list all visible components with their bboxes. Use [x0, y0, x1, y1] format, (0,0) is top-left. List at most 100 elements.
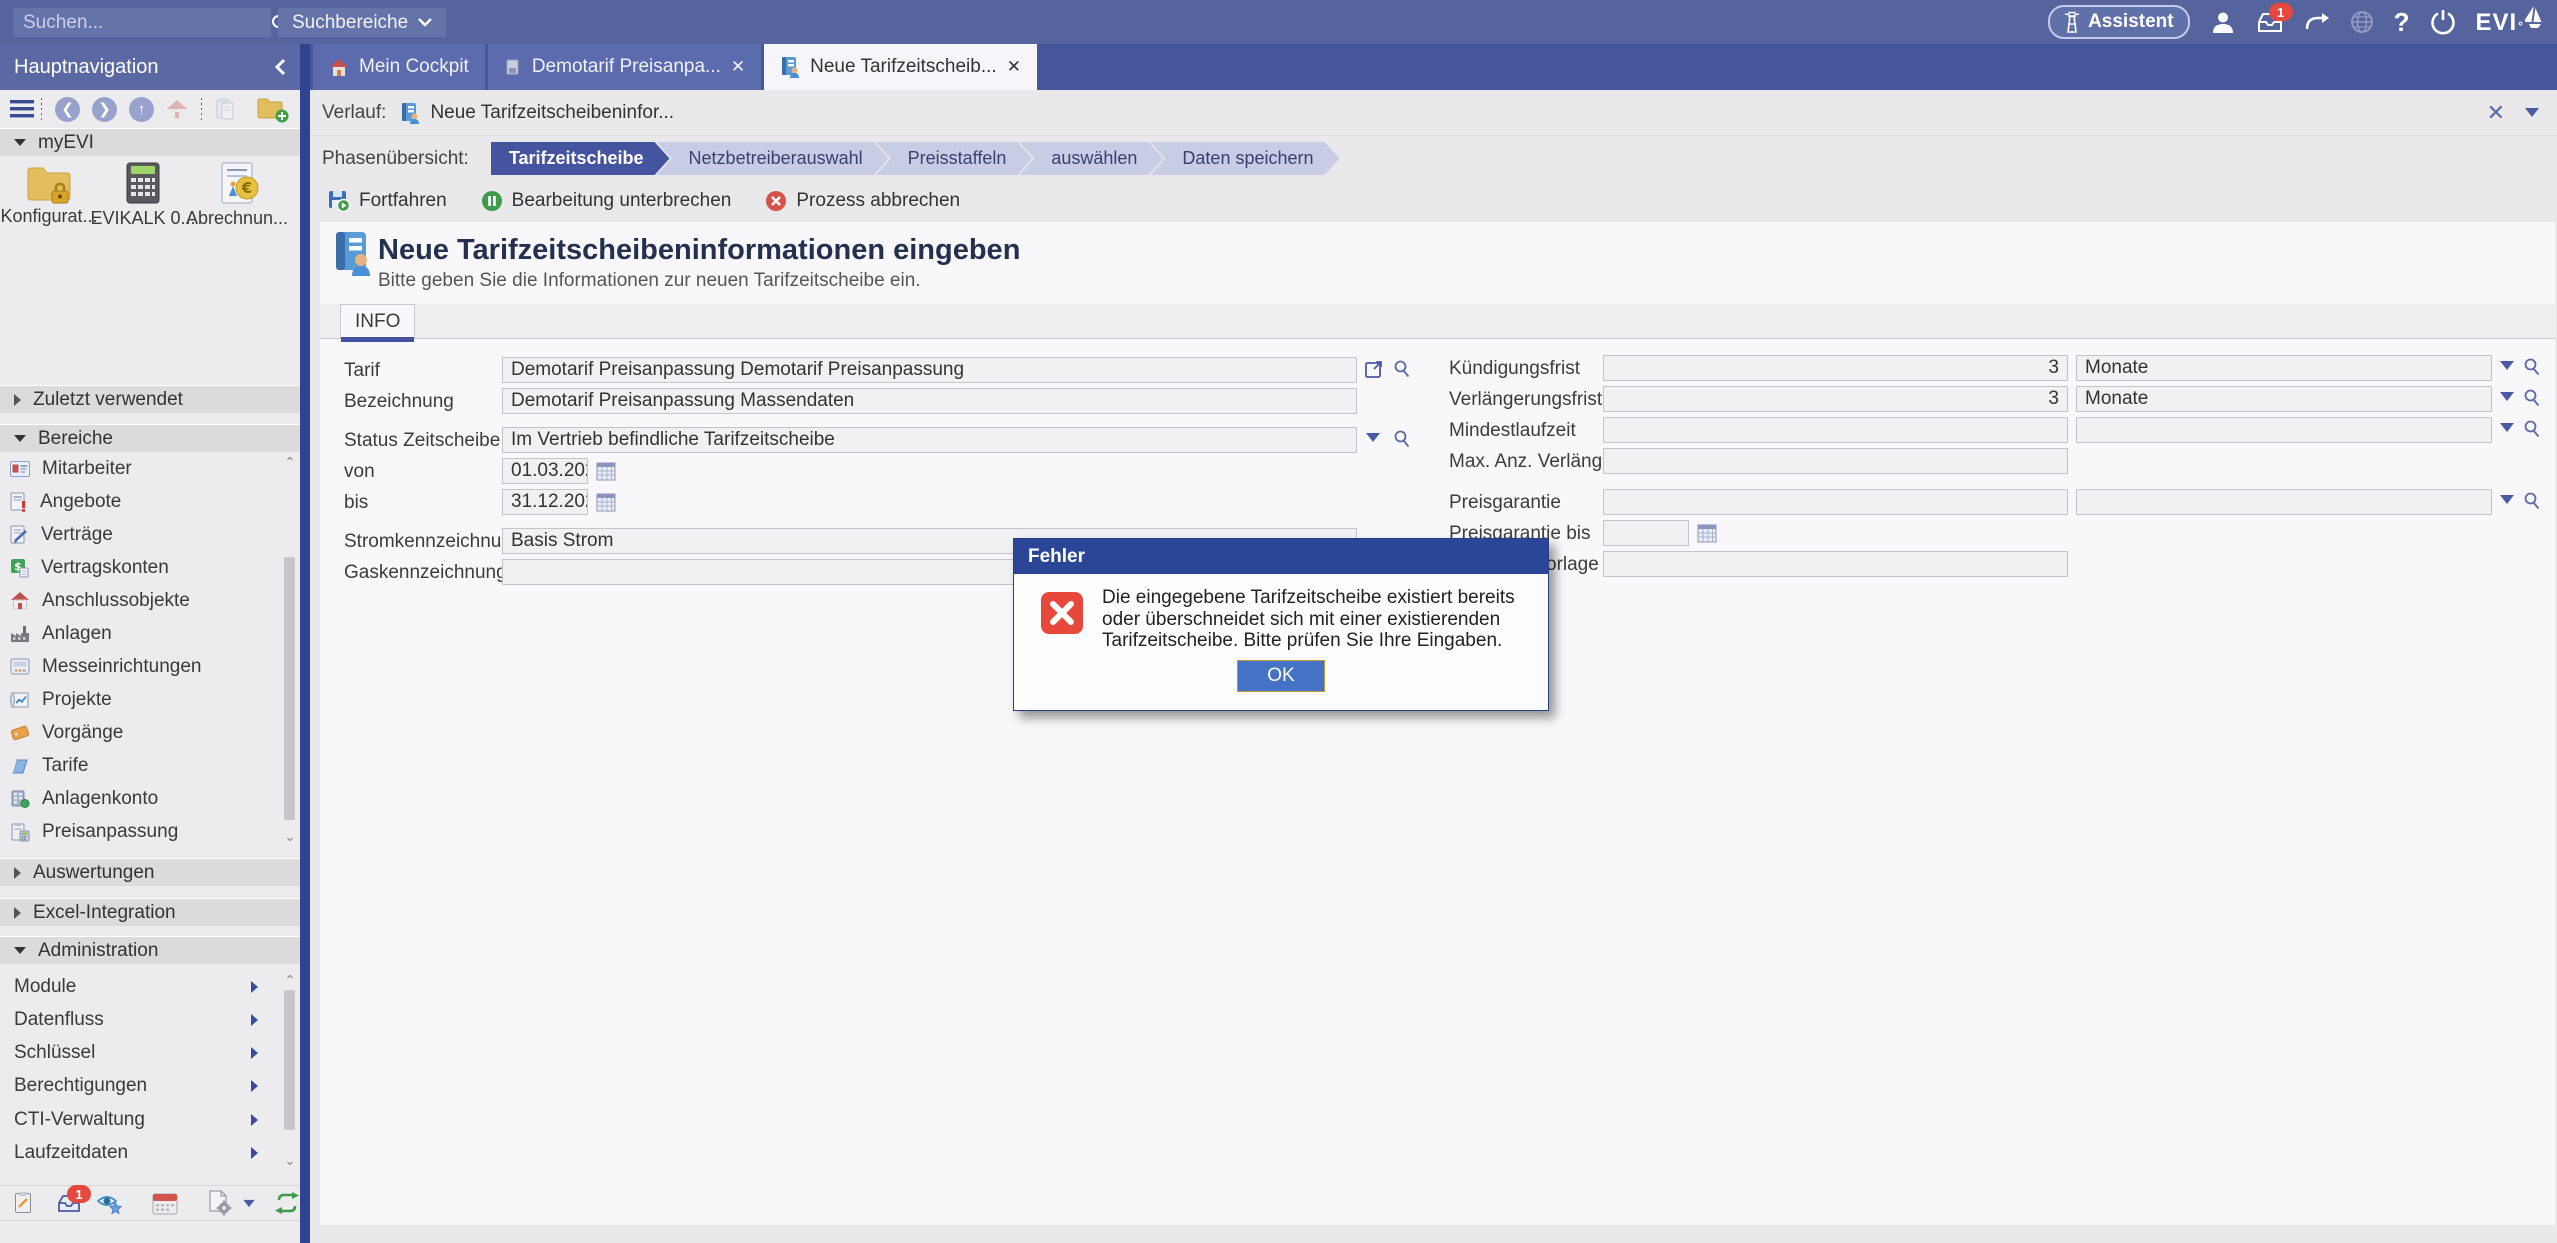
sidebar-item-tarife[interactable]: Tarife: [0, 749, 280, 782]
mindestlaufzeit-value-field[interactable]: [1603, 417, 2068, 443]
sync-icon[interactable]: [274, 1192, 300, 1214]
admin-item-schluessel[interactable]: Schlüssel: [0, 1036, 280, 1069]
preisgarantie-unit-field[interactable]: [2076, 489, 2492, 515]
preisgarantie-value-field[interactable]: [1603, 489, 2068, 515]
section-bereiche[interactable]: Bereiche: [0, 424, 300, 452]
nav-up-icon[interactable]: ↑: [129, 97, 154, 122]
nav-back-icon[interactable]: ❮: [55, 97, 80, 122]
scroll-down-icon[interactable]: ⌄: [282, 828, 298, 844]
menu-icon[interactable]: [10, 100, 34, 118]
sidebar-item-vertraege[interactable]: Verträge: [0, 518, 280, 551]
admin-item-cti-verwaltung[interactable]: CTI-Verwaltung: [0, 1103, 280, 1136]
von-date-field[interactable]: 01.03.2020: [502, 458, 588, 484]
continue-button[interactable]: Fortfahren: [328, 190, 447, 212]
cancel-process-button[interactable]: Prozess abbrechen: [765, 190, 960, 212]
watchlist-icon[interactable]: [96, 1192, 124, 1214]
sidebar-item-anlagen[interactable]: Anlagen: [0, 617, 280, 650]
unit-dropdown-icon[interactable]: [2500, 392, 2514, 401]
search-lookup-icon[interactable]: [1392, 429, 1412, 449]
notes-icon[interactable]: [14, 1191, 34, 1215]
tab-info[interactable]: INFO: [340, 304, 415, 338]
clipboard-icon[interactable]: [215, 97, 235, 121]
search-scope-dropdown[interactable]: Suchbereiche: [278, 8, 446, 37]
bezeichnung-field[interactable]: Demotarif Preisanpassung Massendaten: [502, 388, 1357, 414]
tarif-field[interactable]: Demotarif Preisanpassung Demotarif Preis…: [502, 357, 1357, 383]
sidebar-item-messeinrichtungen[interactable]: Messeinrichtungen: [0, 650, 280, 683]
close-tab-icon[interactable]: ✕: [1007, 57, 1021, 77]
help-icon[interactable]: ?: [2394, 7, 2410, 38]
section-myevi[interactable]: myEVI: [0, 128, 300, 156]
kuendigungsfrist-unit-field[interactable]: Monate: [2076, 355, 2492, 381]
inbox-icon[interactable]: 1: [2256, 10, 2284, 34]
myevi-item-konfiguration[interactable]: Konfigurat...: [6, 164, 92, 227]
scrollbar-thumb[interactable]: [284, 557, 295, 820]
search-lookup-icon[interactable]: [2522, 388, 2542, 408]
phase-preisstaffeln[interactable]: Preisstaffeln: [876, 142, 1033, 175]
section-auswertungen[interactable]: Auswertungen: [0, 858, 300, 886]
status-dropdown-icon[interactable]: [1366, 433, 1380, 442]
unit-dropdown-icon[interactable]: [2500, 361, 2514, 370]
search-input[interactable]: [21, 11, 270, 35]
sidebar-item-angebote[interactable]: Angebote: [0, 485, 280, 518]
pause-editing-button[interactable]: Bearbeitung unterbrechen: [481, 190, 732, 212]
section-administration[interactable]: Administration: [0, 936, 300, 964]
myevi-item-evikalk[interactable]: EVIKALK 0...: [100, 162, 186, 229]
assistant-button[interactable]: Assistent: [2048, 5, 2190, 39]
sidebar-item-mitarbeiter[interactable]: Mitarbeiter: [0, 452, 280, 485]
sidebar-item-anlagenkonto[interactable]: Anlagenkonto: [0, 782, 280, 815]
redo-icon[interactable]: [2304, 11, 2330, 33]
myevi-item-abrechnung[interactable]: € Abrechnun...: [194, 162, 280, 229]
user-icon[interactable]: [2210, 9, 2236, 35]
search-lookup-icon[interactable]: [2522, 419, 2542, 439]
new-folder-icon[interactable]: [257, 97, 285, 121]
scroll-up-icon[interactable]: ⌃: [282, 972, 298, 988]
admin-item-module[interactable]: Module: [0, 970, 280, 1003]
dropdown-icon[interactable]: [243, 1199, 254, 1206]
inbox-tray-icon[interactable]: 1: [56, 1192, 82, 1214]
sidebar-item-projekte[interactable]: Projekte: [0, 683, 280, 716]
bis-date-field[interactable]: 31.12.2023: [502, 489, 588, 515]
admin-item-berechtigungen[interactable]: Berechtigungen: [0, 1069, 280, 1102]
search-lookup-icon[interactable]: [2522, 491, 2542, 511]
search-lookup-icon[interactable]: [1392, 359, 1412, 379]
tab-neue-tarifzeitscheibe[interactable]: Neue Tarifzeitscheib... ✕: [764, 44, 1037, 90]
scroll-down-icon[interactable]: ⌄: [282, 1152, 298, 1168]
sidebar-item-vorgaenge[interactable]: Vorgänge: [0, 716, 280, 749]
preisgarantie-bis-date-field[interactable]: [1603, 520, 1689, 546]
calendar-picker-icon[interactable]: [596, 460, 616, 482]
admin-item-datenfluss[interactable]: Datenfluss: [0, 1003, 280, 1036]
home-nav-icon[interactable]: [166, 99, 188, 119]
unit-dropdown-icon[interactable]: [2500, 495, 2514, 504]
open-record-icon[interactable]: [1364, 359, 1384, 379]
max-anz-verlaeng-field[interactable]: [1603, 448, 2068, 474]
phase-auswaehlen[interactable]: auswählen: [1019, 142, 1163, 175]
calendar-icon[interactable]: [152, 1191, 178, 1215]
globe-icon[interactable]: [2350, 10, 2374, 34]
kuendigungsfrist-value-field[interactable]: 3: [1603, 355, 2068, 381]
history-dropdown-icon[interactable]: [2525, 108, 2539, 117]
verlaengerungsfrist-value-field[interactable]: 3: [1603, 386, 2068, 412]
phase-daten-speichern[interactable]: Daten speichern: [1150, 142, 1339, 175]
status-zeitscheibe-field[interactable]: Im Vertrieb befindliche Tarifzeitscheibe: [502, 427, 1357, 453]
calendar-picker-icon[interactable]: [596, 491, 616, 513]
close-tab-icon[interactable]: ✕: [731, 57, 745, 77]
calendar-picker-icon[interactable]: [1697, 522, 1717, 544]
scrollbar-thumb[interactable]: [284, 990, 295, 1130]
document-settings-icon[interactable]: [208, 1190, 232, 1216]
power-icon[interactable]: [2430, 9, 2456, 35]
tab-mein-cockpit[interactable]: Mein Cockpit: [313, 44, 485, 90]
verlaengerungsfrist-unit-field[interactable]: Monate: [2076, 386, 2492, 412]
collapse-sidebar-icon[interactable]: [274, 58, 286, 76]
scroll-up-icon[interactable]: ⌃: [282, 454, 298, 470]
clear-history-icon[interactable]: ✕: [2487, 100, 2505, 126]
search-lookup-icon[interactable]: [2522, 357, 2542, 377]
global-search[interactable]: [13, 8, 271, 37]
sidebar-item-anschlussobjekte[interactable]: Anschlussobjekte: [0, 584, 280, 617]
vorlage-field[interactable]: [1603, 551, 2068, 577]
admin-item-laufzeitdaten[interactable]: Laufzeitdaten: [0, 1136, 280, 1169]
sidebar-item-vertragskonten[interactable]: $ Vertragskonten: [0, 551, 280, 584]
ok-button[interactable]: OK: [1237, 660, 1325, 692]
unit-dropdown-icon[interactable]: [2500, 423, 2514, 432]
phase-netzbetreiberauswahl[interactable]: Netzbetreiberauswahl: [657, 142, 889, 175]
section-excel-integration[interactable]: Excel-Integration: [0, 898, 300, 926]
